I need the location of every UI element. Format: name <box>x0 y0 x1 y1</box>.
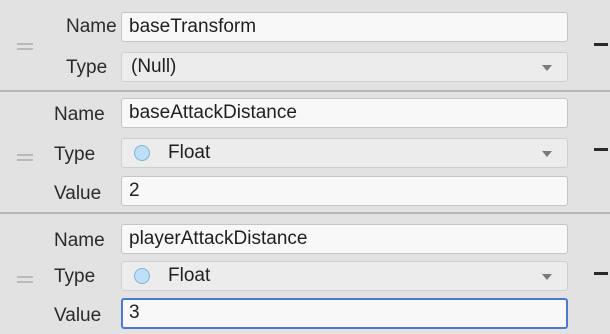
value-field[interactable]: 3 <box>121 298 568 329</box>
name-label: Name <box>66 16 117 37</box>
drag-handle-icon[interactable] <box>17 152 33 162</box>
chevron-down-icon <box>542 274 552 280</box>
type-dropdown[interactable]: Float <box>121 261 568 291</box>
value-label: Value <box>54 183 102 204</box>
remove-variable-button[interactable] <box>592 138 610 162</box>
drag-handle-icon[interactable] <box>17 41 33 51</box>
type-dropdown[interactable]: Float <box>121 138 568 168</box>
value-field[interactable]: 2 <box>121 176 568 206</box>
variable-item: Name baseAttackDistance Type Float Value… <box>0 92 610 214</box>
type-dropdown-value: (Null) <box>131 56 177 77</box>
remove-variable-button[interactable] <box>592 33 610 57</box>
variable-list: Name baseTransform Type (Null) Name base… <box>0 0 610 334</box>
name-label: Name <box>54 230 105 251</box>
float-circle-icon <box>134 268 150 284</box>
variable-item: Name playerAttackDistance Type Float Val… <box>0 214 610 334</box>
type-label: Type <box>54 144 96 165</box>
drag-handle-icon[interactable] <box>17 274 33 284</box>
type-dropdown-value: Float <box>168 265 211 286</box>
float-circle-icon <box>134 145 150 161</box>
name-field[interactable]: baseAttackDistance <box>121 98 568 128</box>
value-label: Value <box>54 305 102 326</box>
chevron-down-icon <box>542 65 552 71</box>
remove-variable-button[interactable] <box>592 262 610 286</box>
variable-item: Name baseTransform Type (Null) <box>0 0 610 92</box>
chevron-down-icon <box>542 151 552 157</box>
name-label: Name <box>54 104 105 125</box>
type-label: Type <box>66 57 108 78</box>
type-dropdown-value: Float <box>168 142 211 163</box>
name-field[interactable]: baseTransform <box>121 12 568 42</box>
type-label: Type <box>54 266 96 287</box>
type-dropdown[interactable]: (Null) <box>121 52 568 82</box>
name-field[interactable]: playerAttackDistance <box>121 224 568 254</box>
